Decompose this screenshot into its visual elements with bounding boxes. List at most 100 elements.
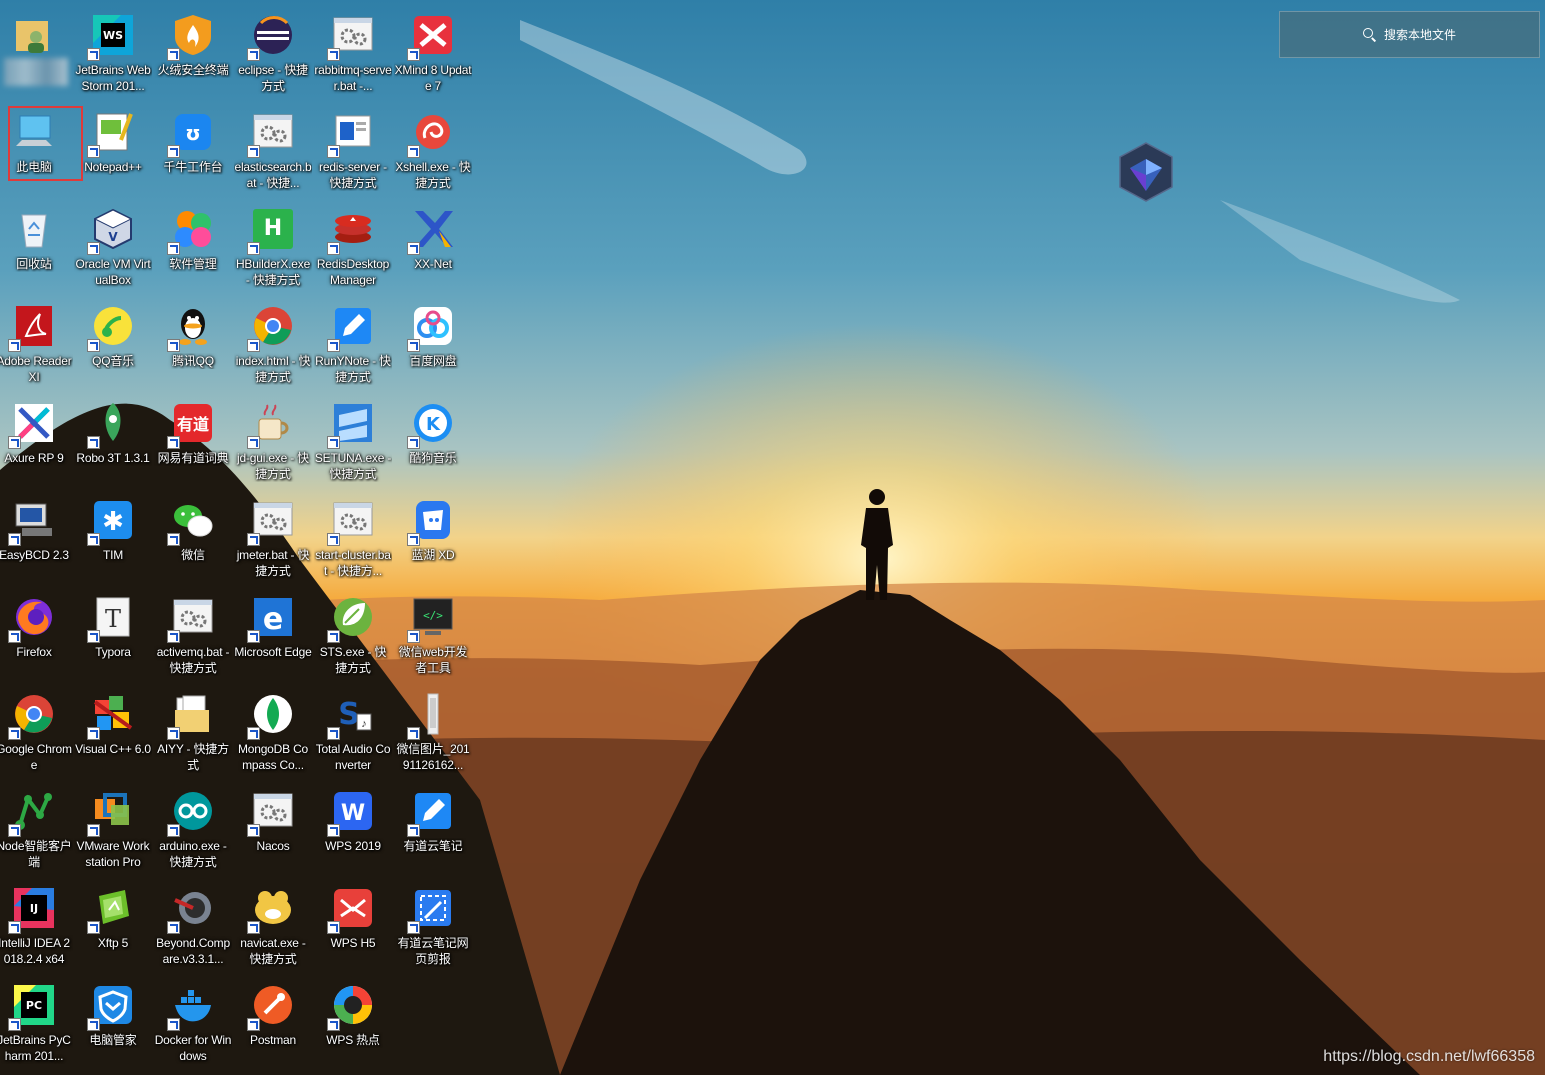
lanhu-desktop-shortcut[interactable]: 蓝湖 XD — [394, 488, 472, 581]
index-html-desktop-shortcut[interactable]: index.html - 快捷方式 — [234, 294, 312, 387]
wps2019-desktop-shortcut[interactable]: W WPS 2019 — [314, 779, 392, 872]
xftp-desktop-shortcut[interactable]: Xftp 5 — [74, 876, 152, 969]
rabbitmq-desktop-shortcut[interactable]: rabbitmq-server.bat -... — [314, 3, 392, 96]
firefox-desktop-shortcut[interactable]: Firefox — [0, 585, 73, 678]
icon-label: VMware Workstation Pro — [76, 839, 150, 869]
elasticsearch-icon — [247, 108, 297, 158]
svg-text:PC: PC — [26, 999, 42, 1012]
shortcut-arrow-icon — [407, 824, 420, 837]
hbuilderx-desktop-shortcut[interactable]: H HBuilderX.exe - 快捷方式 — [234, 197, 312, 290]
youdao-note-desktop-shortcut[interactable]: 有道云笔记 — [394, 779, 472, 872]
xmind-desktop-shortcut[interactable]: XMind 8 Update 7 — [394, 3, 472, 96]
floating-cube-widget[interactable] — [1118, 141, 1174, 203]
blurred-username — [4, 58, 68, 86]
total-audio-icon: S ♪ — [327, 690, 377, 740]
redis-server-desktop-shortcut[interactable]: redis-server - 快捷方式 — [314, 100, 392, 193]
navicat-desktop-shortcut[interactable]: navicat.exe - 快捷方式 — [234, 876, 312, 969]
wechat-image-desktop-shortcut[interactable]: 微信图片_20191126162... — [394, 682, 472, 775]
search-icon — [1362, 28, 1376, 41]
local-file-search-box[interactable]: 搜索本地文件 — [1279, 11, 1540, 58]
start-cluster-desktop-shortcut[interactable]: start-cluster.bat - 快捷方... — [314, 488, 392, 581]
pycharm-desktop-shortcut[interactable]: PC JetBrains PyCharm 201... — [0, 973, 73, 1066]
qq-music-desktop-shortcut[interactable]: QQ音乐 — [74, 294, 152, 387]
recycle-bin-desktop-shortcut[interactable]: 回收站 — [0, 197, 73, 290]
vmware-desktop-shortcut[interactable]: VMware Workstation Pro — [74, 779, 152, 872]
intellij-desktop-shortcut[interactable]: IJ IntelliJ IDEA 2018.2.4 x64 — [0, 876, 73, 969]
tencent-qq-desktop-shortcut[interactable]: 腾讯QQ — [154, 294, 232, 387]
icon-label: navicat.exe - 快捷方式 — [240, 936, 306, 966]
eclipse-desktop-shortcut[interactable]: eclipse - 快捷方式 — [234, 3, 312, 96]
typora-desktop-shortcut[interactable]: T Typora — [74, 585, 152, 678]
setuna-desktop-shortcut[interactable]: SETUNA.exe - 快捷方式 — [314, 391, 392, 484]
docker-desktop-shortcut[interactable]: Docker for Windows — [154, 973, 232, 1066]
wps-h5-desktop-shortcut[interactable]: WPS H5 — [314, 876, 392, 969]
xx-net-desktop-shortcut[interactable]: XX-Net — [394, 197, 472, 290]
arduino-desktop-shortcut[interactable]: arduino.exe - 快捷方式 — [154, 779, 232, 872]
nacos-desktop-shortcut[interactable]: Nacos — [234, 779, 312, 872]
edge-desktop-shortcut[interactable]: e Microsoft Edge — [234, 585, 312, 678]
icon-label: AIYY - 快捷方式 — [157, 742, 229, 772]
icon-label: Docker for Windows — [154, 1033, 232, 1063]
robo3t-desktop-shortcut[interactable]: Robo 3T 1.3.1 — [74, 391, 152, 484]
icon-label: 软件管理 — [169, 257, 217, 271]
kugou-desktop-shortcut[interactable]: K 酷狗音乐 — [394, 391, 472, 484]
wps-hot-desktop-shortcut[interactable]: WPS 热点 — [314, 973, 392, 1066]
icon-label: WPS H5 — [330, 936, 376, 950]
easybcd-desktop-shortcut[interactable]: EasyBCD 2.3 — [0, 488, 73, 581]
mongodb-compass-desktop-shortcut[interactable]: MongoDB Compass Co... — [234, 682, 312, 775]
total-audio-desktop-shortcut[interactable]: S ♪ Total Audio Converter — [314, 682, 392, 775]
tim-desktop-shortcut[interactable]: ✱ TIM — [74, 488, 152, 581]
shortcut-arrow-icon — [407, 630, 420, 643]
icon-label: 有道云笔记 — [403, 839, 463, 853]
icon-label: Axure RP 9 — [4, 451, 64, 465]
axure-icon — [8, 399, 58, 449]
icon-label: 火绒安全终端 — [157, 63, 229, 77]
youdao-clipper-desktop-shortcut[interactable]: 有道云笔记网页剪报 — [394, 876, 472, 969]
postman-desktop-shortcut[interactable]: Postman — [234, 973, 312, 1066]
sts-desktop-shortcut[interactable]: STS.exe - 快捷方式 — [314, 585, 392, 678]
shortcut-arrow-icon — [407, 727, 420, 740]
beyond-compare-desktop-shortcut[interactable]: Beyond.Compare.v3.3.1... — [154, 876, 232, 969]
redis-desktop-desktop-shortcut[interactable]: RedisDesktopManager — [314, 197, 392, 290]
virtualbox-desktop-shortcut[interactable]: V Oracle VM VirtualBox — [74, 197, 152, 290]
shortcut-arrow-icon — [87, 533, 100, 546]
icon-label: RunYNote - 快捷方式 — [315, 354, 391, 384]
notepadpp-desktop-shortcut[interactable]: Notepad++ — [74, 100, 152, 193]
shortcut-arrow-icon — [247, 1018, 260, 1031]
software-manager-desktop-shortcut[interactable]: 软件管理 — [154, 197, 232, 290]
wechat-desktop-shortcut[interactable]: 微信 — [154, 488, 232, 581]
jd-gui-desktop-shortcut[interactable]: jd-gui.exe - 快捷方式 — [234, 391, 312, 484]
pc-manager-desktop-shortcut[interactable]: 电脑管家 — [74, 973, 152, 1066]
youdao-dict-desktop-shortcut[interactable]: 有道 网易有道词典 — [154, 391, 232, 484]
huorong-desktop-shortcut[interactable]: 火绒安全终端 — [154, 3, 232, 96]
shortcut-arrow-icon — [327, 533, 340, 546]
shortcut-arrow-icon — [87, 339, 100, 352]
icon-label: Adobe Reader XI — [0, 354, 72, 384]
aiyy-desktop-shortcut[interactable]: AIYY - 快捷方式 — [154, 682, 232, 775]
webstorm-desktop-shortcut[interactable]: WS JetBrains WebStorm 201... — [74, 3, 152, 96]
visual-cpp-desktop-shortcut[interactable]: Visual C++ 6.0 — [74, 682, 152, 775]
shortcut-arrow-icon — [327, 145, 340, 158]
shortcut-arrow-icon — [407, 242, 420, 255]
jmeter-icon — [247, 496, 297, 546]
icon-label: Notepad++ — [84, 160, 142, 174]
icon-label: Oracle VM VirtualBox — [75, 257, 151, 287]
shortcut-arrow-icon — [247, 242, 260, 255]
activemq-desktop-shortcut[interactable]: activemq.bat - 快捷方式 — [154, 585, 232, 678]
elasticsearch-desktop-shortcut[interactable]: elasticsearch.bat - 快捷... — [234, 100, 312, 193]
wechat-devtools-desktop-shortcut[interactable]: </> 微信web开发者工具 — [394, 585, 472, 678]
icon-label: 微信图片_20191126162... — [396, 742, 470, 772]
svg-text:IJ: IJ — [30, 902, 38, 915]
node-client-desktop-shortcut[interactable]: Node智能客户端 — [0, 779, 73, 872]
qianniu-desktop-shortcut[interactable]: ʊ 千牛工作台 — [154, 100, 232, 193]
icon-label: 微信web开发者工具 — [398, 645, 468, 675]
adobe-reader-desktop-shortcut[interactable]: Adobe Reader XI — [0, 294, 73, 387]
jmeter-desktop-shortcut[interactable]: jmeter.bat - 快捷方式 — [234, 488, 312, 581]
shortcut-arrow-icon — [167, 339, 180, 352]
google-chrome-desktop-shortcut[interactable]: Google Chrome — [0, 682, 73, 775]
shortcut-arrow-icon — [87, 1018, 100, 1031]
xshell-desktop-shortcut[interactable]: Xshell.exe - 快捷方式 — [394, 100, 472, 193]
axure-desktop-shortcut[interactable]: Axure RP 9 — [0, 391, 73, 484]
runynote-desktop-shortcut[interactable]: RunYNote - 快捷方式 — [314, 294, 392, 387]
baidu-pan-desktop-shortcut[interactable]: 百度网盘 — [394, 294, 472, 387]
